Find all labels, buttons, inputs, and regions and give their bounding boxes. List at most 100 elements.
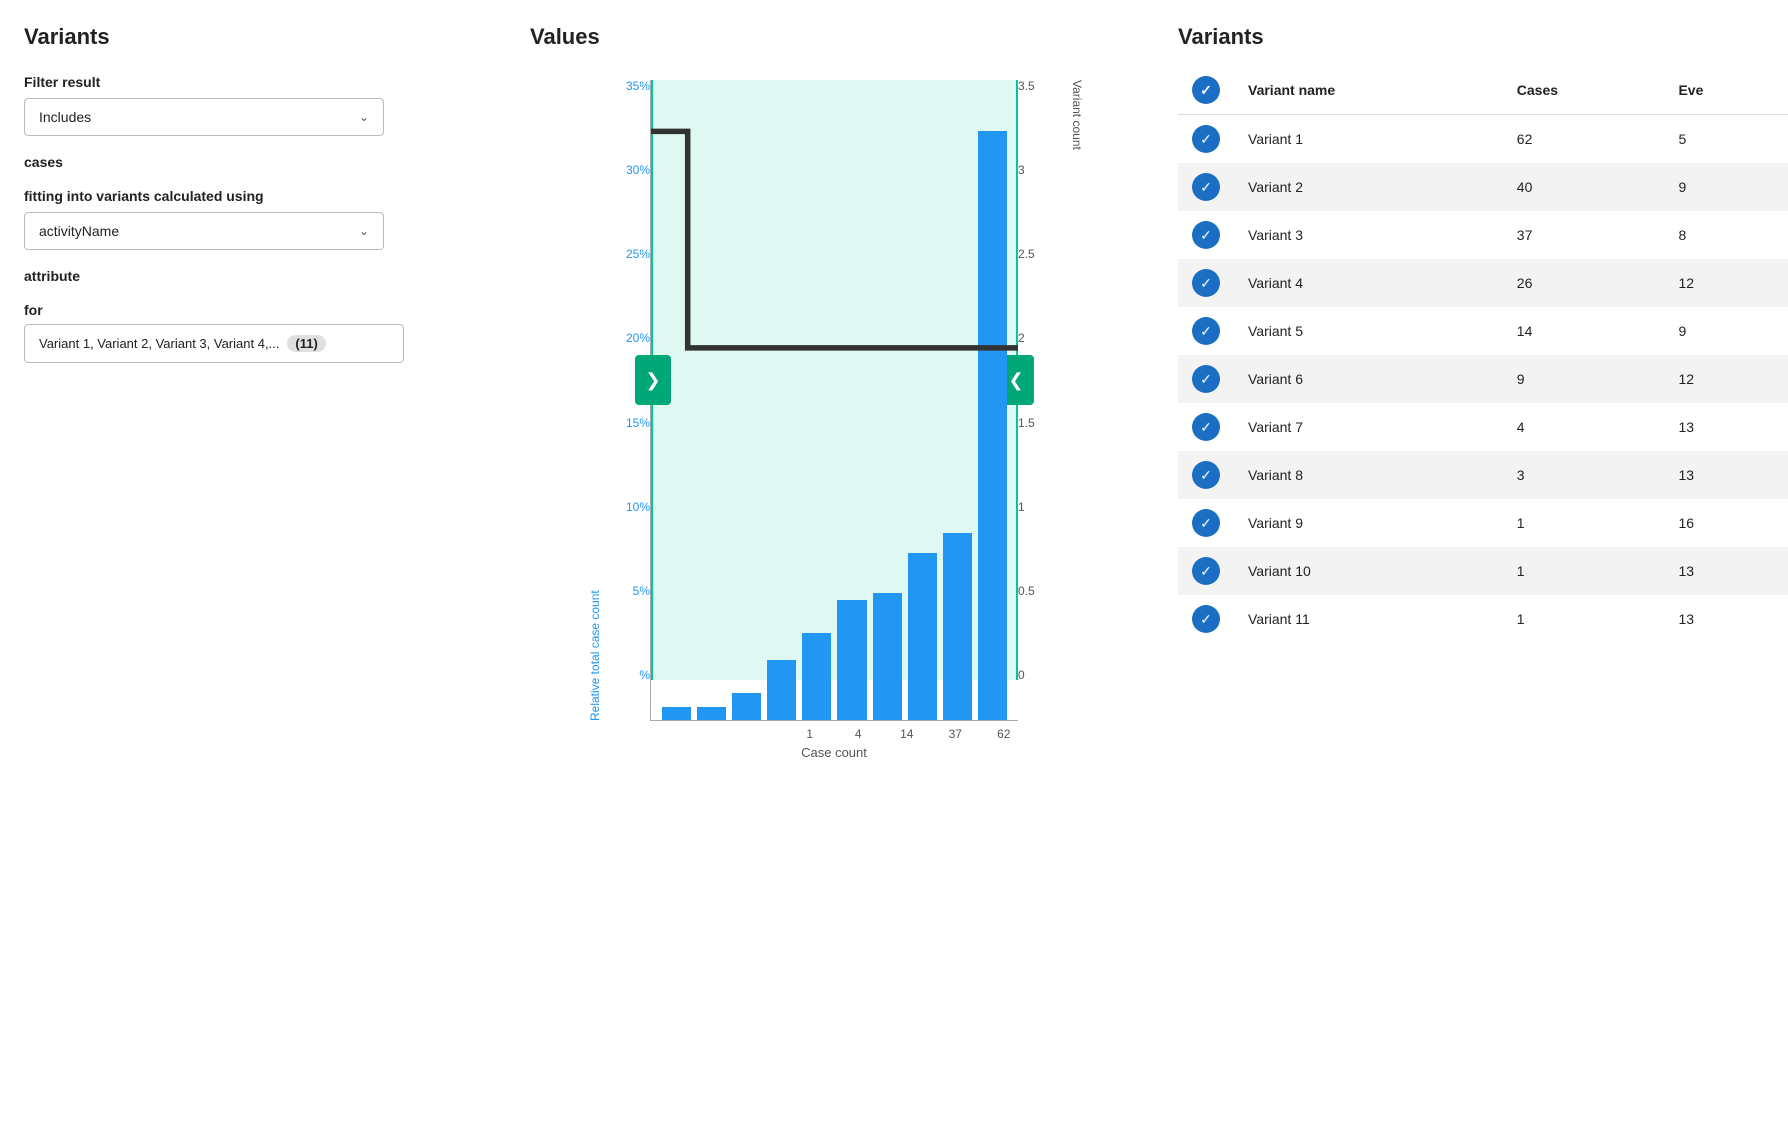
y-tick-25: 25%: [626, 248, 650, 260]
filter-result-select[interactable]: Includes ⌄: [24, 98, 384, 136]
row-check-6[interactable]: ✓: [1178, 403, 1234, 451]
fitting-chevron-icon: ⌄: [359, 224, 369, 238]
table-row: ✓Variant 2409: [1178, 163, 1788, 211]
row-events-7: 13: [1664, 451, 1788, 499]
row-events-0: 5: [1664, 115, 1788, 164]
row-cases-8: 1: [1503, 499, 1665, 547]
col-header-check: ✓: [1178, 66, 1234, 115]
filter-result-label: Filter result: [24, 74, 476, 90]
x-tick-1b: [689, 727, 738, 741]
row-name-3: Variant 4: [1234, 259, 1503, 307]
y-tick-0: %: [639, 669, 650, 681]
y-tick-30: 30%: [626, 164, 650, 176]
table-row: ✓ Variant 7413: [1178, 403, 1788, 451]
y-right-tick-35: 3.5: [1018, 80, 1035, 92]
row-cases-10: 1: [1503, 595, 1665, 643]
check-circle-icon-2: ✓: [1192, 221, 1220, 249]
row-check-3[interactable]: ✓: [1178, 259, 1234, 307]
table-row: ✓Variant 11113: [1178, 595, 1788, 643]
y-axis-right-label: Variant count: [1066, 80, 1084, 721]
table-row: ✓Variant 10113: [1178, 547, 1788, 595]
row-events-2: 8: [1664, 211, 1788, 259]
row-name-6: Variant 7: [1234, 403, 1503, 451]
left-panel-title: Variants: [24, 24, 476, 50]
filter-result-value: Includes: [39, 109, 91, 125]
table-row: ✓Variant 6912: [1178, 355, 1788, 403]
y-tick-5: 5%: [633, 585, 650, 597]
y-right-tick-15: 1.5: [1018, 417, 1035, 429]
row-name-4: Variant 5: [1234, 307, 1503, 355]
x-tick-1: 1: [786, 727, 835, 741]
x-axis: 1 4 14 37 62: [632, 721, 1036, 741]
bar-4: [802, 633, 831, 720]
variants-count-badge: (11): [287, 335, 325, 352]
row-cases-7: 3: [1503, 451, 1665, 499]
check-circle-icon-9: ✓: [1192, 557, 1220, 585]
bar-1: [697, 707, 726, 720]
y-right-tick-05: 0.5: [1018, 585, 1035, 597]
row-name-1: Variant 2: [1234, 163, 1503, 211]
row-cases-3: 26: [1503, 259, 1665, 307]
table-row: ✓Variant 1625: [1178, 115, 1788, 164]
row-check-7[interactable]: ✓: [1178, 451, 1234, 499]
row-cases-6: 4: [1503, 403, 1665, 451]
table-row: ✓Variant 9116: [1178, 499, 1788, 547]
row-check-0[interactable]: ✓: [1178, 115, 1234, 164]
bars-container: [651, 80, 1018, 720]
x-tick-62: 62: [980, 727, 1029, 741]
bar-7: [908, 553, 937, 720]
row-check-2[interactable]: ✓: [1178, 211, 1234, 259]
row-cases-9: 1: [1503, 547, 1665, 595]
row-check-10[interactable]: ✓: [1178, 595, 1234, 643]
row-events-6: 13: [1664, 403, 1788, 451]
row-cases-4: 14: [1503, 307, 1665, 355]
table-row: ✓Variant 3378: [1178, 211, 1788, 259]
x-tick-4: 4: [834, 727, 883, 741]
row-check-4[interactable]: ✓: [1178, 307, 1234, 355]
y-right-tick-2: 2: [1018, 332, 1025, 344]
variants-table: ✓ Variant name Cases Eve ✓Variant 1625✓V…: [1178, 66, 1788, 643]
for-label: for: [24, 302, 476, 318]
header-check-icon: ✓: [1192, 76, 1220, 104]
row-events-3: 12: [1664, 259, 1788, 307]
row-events-4: 9: [1664, 307, 1788, 355]
chart-inner: Relative total case count 35% 30% 25% 20…: [584, 80, 1084, 721]
row-check-9[interactable]: ✓: [1178, 547, 1234, 595]
check-circle-icon-6: ✓: [1192, 413, 1220, 441]
col-header-name: Variant name: [1234, 66, 1503, 115]
y-tick-20: 20%: [626, 332, 650, 344]
fitting-select[interactable]: activityName ⌄: [24, 212, 384, 250]
check-circle-icon-10: ✓: [1192, 605, 1220, 633]
right-panel: Variants ✓ Variant name Cases Eve ✓Varia…: [1168, 24, 1788, 1136]
x-tick-1c: [737, 727, 786, 741]
row-name-7: Variant 8: [1234, 451, 1503, 499]
col-header-events: Eve: [1664, 66, 1788, 115]
variants-for-pill[interactable]: Variant 1, Variant 2, Variant 3, Variant…: [24, 324, 404, 363]
check-circle-icon-7: ✓: [1192, 461, 1220, 489]
y-right-tick-0: 0: [1018, 669, 1025, 681]
row-check-8[interactable]: ✓: [1178, 499, 1234, 547]
y-tick-10: 10%: [626, 501, 650, 513]
bar-3: [767, 660, 796, 720]
y-tick-35: 35%: [626, 80, 650, 92]
bar-0: [662, 707, 691, 720]
cases-label: cases: [24, 154, 476, 170]
col-header-cases: Cases: [1503, 66, 1665, 115]
table-row: ✓ Variant 42612: [1178, 259, 1788, 307]
filter-result-chevron-icon: ⌄: [359, 110, 369, 124]
row-name-8: Variant 9: [1234, 499, 1503, 547]
row-check-5[interactable]: ✓: [1178, 355, 1234, 403]
x-tick-37: 37: [931, 727, 980, 741]
center-title: Values: [530, 24, 1138, 50]
y-right-tick-25: 2.5: [1018, 248, 1035, 260]
chart-plot: ❯ ❮: [650, 80, 1018, 721]
row-check-1[interactable]: ✓: [1178, 163, 1234, 211]
variants-list-text: Variant 1, Variant 2, Variant 3, Variant…: [39, 336, 279, 351]
check-circle-icon-3: ✓: [1192, 269, 1220, 297]
y-axis-left-label: Relative total case count: [584, 80, 602, 721]
row-cases-1: 40: [1503, 163, 1665, 211]
check-circle-icon-4: ✓: [1192, 317, 1220, 345]
check-circle-icon-5: ✓: [1192, 365, 1220, 393]
right-title: Variants: [1178, 24, 1788, 50]
x-tick-14: 14: [883, 727, 932, 741]
